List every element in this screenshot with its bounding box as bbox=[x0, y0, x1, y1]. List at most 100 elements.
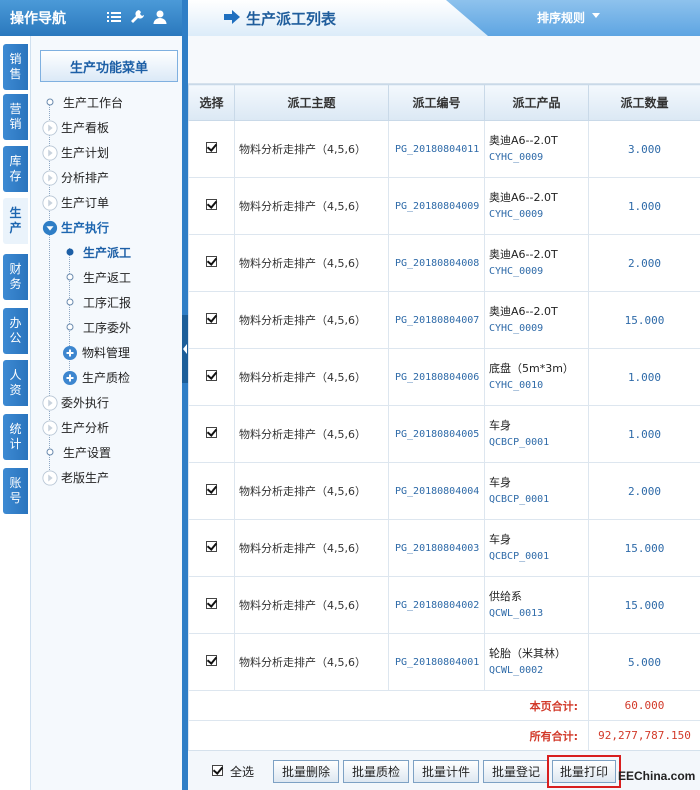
page-title: 生产派工列表 bbox=[246, 10, 337, 28]
code-cell[interactable]: PG_20180804007 bbox=[388, 291, 485, 349]
select-all-checkbox[interactable] bbox=[212, 765, 223, 776]
list-icon[interactable] bbox=[106, 9, 122, 25]
tree-item-label: 生产设置 bbox=[63, 446, 112, 460]
quantity-cell: 1.000 bbox=[588, 348, 700, 406]
code-cell[interactable]: PG_20180804001 bbox=[388, 633, 485, 691]
chevron-right-icon bbox=[42, 120, 58, 136]
tab-office[interactable]: 办公 bbox=[3, 308, 28, 354]
batch-piecework-button[interactable]: 批量计件 bbox=[413, 760, 479, 783]
product-cell: 奥迪A6--2.0T CYHC_0009 bbox=[484, 120, 589, 178]
product-name: 奥迪A6--2.0T bbox=[489, 305, 558, 318]
product-cell: 奥迪A6--2.0T CYHC_0009 bbox=[484, 234, 589, 292]
tab-statistics[interactable]: 统计 bbox=[3, 414, 28, 460]
dispatch-table: 选择 派工主题 派工编号 派工产品 派工数量 物料分析走排产（4,5,6） PG… bbox=[188, 84, 700, 751]
batch-register-button[interactable]: 批量登记 bbox=[483, 760, 549, 783]
row-select-cell bbox=[188, 405, 235, 463]
chevron-right-icon bbox=[42, 195, 58, 211]
footer-actions: 全选 批量删除 批量质检 批量计件 批量登记 批量打印 EEChina.com bbox=[188, 750, 700, 790]
main-header: 生产派工列表 排序规则 bbox=[188, 0, 700, 36]
tab-account[interactable]: 账号 bbox=[3, 468, 28, 514]
code-cell[interactable]: PG_20180804011 bbox=[388, 120, 485, 178]
tree-item-label: 物料管理 bbox=[82, 346, 131, 360]
tree-item-label: 生产派工 bbox=[83, 246, 132, 260]
product-code: CYHC_0009 bbox=[489, 266, 544, 277]
subject-cell: 物料分析走排产（4,5,6） bbox=[234, 405, 389, 463]
plus-circle-icon bbox=[63, 346, 77, 360]
current-node-icon bbox=[66, 248, 74, 256]
subject-cell: 物料分析走排产（4,5,6） bbox=[234, 177, 389, 235]
leaf-node-icon bbox=[66, 298, 74, 306]
row-checkbox[interactable] bbox=[206, 256, 217, 267]
column-header-subject[interactable]: 派工主题 bbox=[234, 84, 389, 121]
tree-item-label: 生产工作台 bbox=[63, 96, 124, 110]
quantity-cell: 3.000 bbox=[588, 120, 700, 178]
table-row[interactable]: 物料分析走排产（4,5,6） PG_20180804011 奥迪A6--2.0T… bbox=[188, 120, 700, 178]
column-header-quantity[interactable]: 派工数量 bbox=[588, 84, 700, 121]
batch-delete-button[interactable]: 批量删除 bbox=[273, 760, 339, 783]
grand-total-row: 所有合计: 92,277,787.150 bbox=[188, 720, 700, 751]
tab-sales[interactable]: 销售 bbox=[3, 44, 28, 90]
select-all-label[interactable]: 全选 bbox=[230, 763, 254, 780]
table-row[interactable]: 物料分析走排产（4,5,6） PG_20180804002 供给系 QCWL_00… bbox=[188, 576, 700, 634]
subject-cell: 物料分析走排产（4,5,6） bbox=[234, 462, 389, 520]
wrench-icon[interactable] bbox=[129, 9, 145, 25]
code-cell[interactable]: PG_20180804004 bbox=[388, 462, 485, 520]
tree-item-label: 老版生产 bbox=[61, 471, 110, 485]
table-row[interactable]: 物料分析走排产（4,5,6） PG_20180804009 奥迪A6--2.0T… bbox=[188, 177, 700, 235]
function-menu-panel: 生产功能菜单 生产工作台 生产看板 生产计划 分析排产 生产订单 生产执行 生产… bbox=[30, 36, 182, 790]
page-total-row: 本页合计: 60.000 bbox=[188, 690, 700, 721]
row-checkbox[interactable] bbox=[206, 484, 217, 495]
table-row[interactable]: 物料分析走排产（4,5,6） PG_20180804001 轮胎（米其林） QCW… bbox=[188, 633, 700, 691]
product-code: QCWL_0002 bbox=[489, 665, 544, 676]
row-checkbox[interactable] bbox=[206, 598, 217, 609]
row-checkbox[interactable] bbox=[206, 655, 217, 666]
chevron-right-icon bbox=[42, 145, 58, 161]
tab-finance[interactable]: 财务 bbox=[3, 254, 28, 300]
page-total-label: 本页合计: bbox=[188, 690, 589, 721]
row-select-cell bbox=[188, 576, 235, 634]
code-cell[interactable]: PG_20180804008 bbox=[388, 234, 485, 292]
leaf-node-icon bbox=[66, 273, 74, 281]
tab-marketing[interactable]: 营销 bbox=[3, 94, 28, 140]
user-icon[interactable] bbox=[152, 9, 168, 25]
table-row[interactable]: 物料分析走排产（4,5,6） PG_20180804006 底盘（5m*3m） C… bbox=[188, 348, 700, 406]
row-checkbox[interactable] bbox=[206, 313, 217, 324]
product-code: CYHC_0009 bbox=[489, 323, 544, 334]
product-cell: 车身 QCBCP_0001 bbox=[484, 405, 589, 463]
leaf-node-icon bbox=[46, 448, 54, 456]
caret-down-icon[interactable] bbox=[592, 13, 600, 18]
product-cell: 底盘（5m*3m） CYHC_0010 bbox=[484, 348, 589, 406]
row-checkbox[interactable] bbox=[206, 199, 217, 210]
tab-production[interactable]: 生产 bbox=[3, 198, 28, 244]
code-cell[interactable]: PG_20180804006 bbox=[388, 348, 485, 406]
batch-quality-button[interactable]: 批量质检 bbox=[343, 760, 409, 783]
tree-item-label: 工序汇报 bbox=[83, 296, 132, 310]
tree-item-label: 生产看板 bbox=[61, 121, 110, 135]
sort-rule-dropdown[interactable]: 排序规则 bbox=[537, 9, 585, 26]
chevron-right-icon bbox=[42, 470, 58, 486]
navigation-panel: 操作导航 销售 营销 库存 生产 财务 办公 人资 统计 账号 生产功能菜单 生… bbox=[0, 0, 182, 790]
product-cell: 车身 QCBCP_0001 bbox=[484, 519, 589, 577]
code-cell[interactable]: PG_20180804009 bbox=[388, 177, 485, 235]
table-row[interactable]: 物料分析走排产（4,5,6） PG_20180804007 奥迪A6--2.0T… bbox=[188, 291, 700, 349]
table-row[interactable]: 物料分析走排产（4,5,6） PG_20180804004 车身 QCBCP_00… bbox=[188, 462, 700, 520]
row-checkbox[interactable] bbox=[206, 142, 217, 153]
quantity-cell: 1.000 bbox=[588, 405, 700, 463]
tab-hr[interactable]: 人资 bbox=[3, 360, 28, 406]
table-row[interactable]: 物料分析走排产（4,5,6） PG_20180804005 车身 QCBCP_00… bbox=[188, 405, 700, 463]
menu-title: 生产功能菜单 bbox=[40, 50, 178, 82]
tab-inventory[interactable]: 库存 bbox=[3, 146, 28, 192]
table-row[interactable]: 物料分析走排产（4,5,6） PG_20180804008 奥迪A6--2.0T… bbox=[188, 234, 700, 292]
tree-item-label: 工序委外 bbox=[83, 321, 132, 335]
row-checkbox[interactable] bbox=[206, 370, 217, 381]
code-cell[interactable]: PG_20180804003 bbox=[388, 519, 485, 577]
row-checkbox[interactable] bbox=[206, 541, 217, 552]
column-header-select: 选择 bbox=[188, 84, 235, 121]
table-row[interactable]: 物料分析走排产（4,5,6） PG_20180804003 车身 QCBCP_00… bbox=[188, 519, 700, 577]
column-header-product[interactable]: 派工产品 bbox=[484, 84, 589, 121]
row-checkbox[interactable] bbox=[206, 427, 217, 438]
chevron-right-icon bbox=[42, 170, 58, 186]
code-cell[interactable]: PG_20180804002 bbox=[388, 576, 485, 634]
code-cell[interactable]: PG_20180804005 bbox=[388, 405, 485, 463]
column-header-code[interactable]: 派工编号 bbox=[388, 84, 485, 121]
